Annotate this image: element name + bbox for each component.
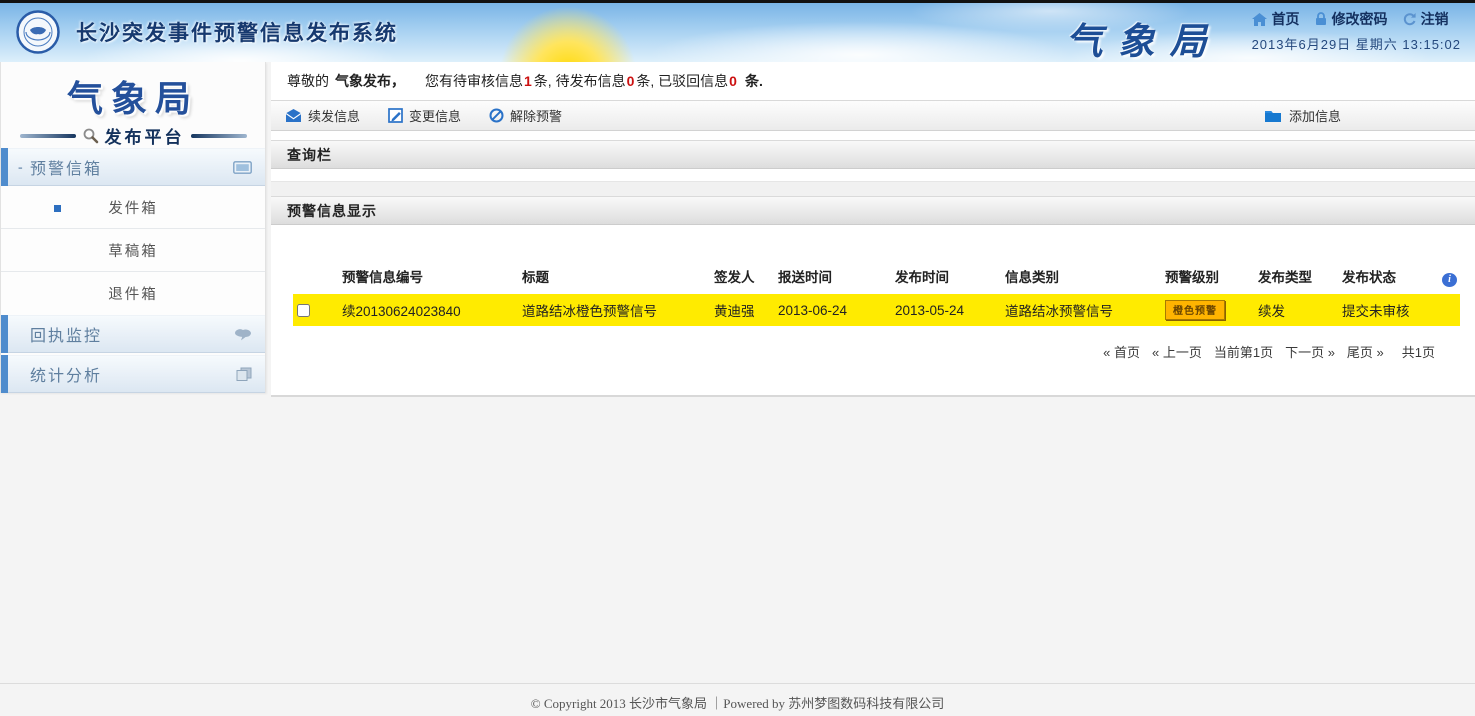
accent-bar (1, 148, 8, 186)
home-icon (1252, 13, 1267, 26)
cell-issuer: 黄迪强 (710, 294, 774, 326)
sidebar-item-statistics[interactable]: 统计分析 (1, 355, 265, 393)
sidebar-item-outbox[interactable]: 发件箱 (1, 186, 265, 229)
accent-bar (1, 355, 8, 393)
pagination-current: 当前第1页 (1214, 342, 1273, 361)
greeting-bar: 尊敬的 气象发布， 您有待审核信息 1 条, 待发布信息 0 条, 已驳回信息 … (271, 62, 1475, 100)
pagination: « 首页 « 上一页 当前第1页 下一页 » 尾页 » 共1页 (285, 342, 1435, 361)
display-panel-header: 预警信息显示 (271, 196, 1475, 225)
sidebar-logo: 气象局 发布平台 (1, 62, 265, 148)
accent-bar (1, 315, 8, 353)
cell-status: 提交未审核 (1338, 294, 1460, 326)
table-row[interactable]: 续20130624023840 道路结冰橙色预警信号 黄迪强 2013-06-2… (293, 294, 1460, 326)
pagination-last[interactable]: 尾页 » (1347, 342, 1384, 361)
sidebar-logo-title: 气象局 (1, 70, 265, 122)
lock-icon (1315, 12, 1327, 26)
sidebar-item-drafts[interactable]: 草稿箱 (1, 229, 265, 272)
change-info-button[interactable]: 变更信息 (388, 106, 461, 125)
cell-publish-type: 续发 (1254, 294, 1338, 326)
column-header: 发布类型 (1254, 261, 1338, 294)
toolbar: 续发信息 变更信息 解除预警 (271, 100, 1475, 131)
sidebar-logo-subtitle-row: 发布平台 (1, 123, 265, 148)
statistics-icon (236, 367, 252, 382)
resend-info-button[interactable]: 续发信息 (285, 106, 360, 125)
pending-publish-count: 0 (627, 73, 635, 89)
header-right: 气象局 首页 修改密码 (1066, 9, 1461, 65)
pagination-total: 共1页 (1402, 342, 1435, 361)
select-column-header (293, 261, 338, 294)
panel-gap (271, 181, 1475, 196)
column-header: 报送时间 (774, 261, 891, 294)
pending-review-count: 1 (524, 73, 532, 89)
edit-icon (388, 108, 403, 123)
sidebar-logo-subtitle: 发布平台 (105, 123, 185, 148)
query-panel-title: 查询栏 (287, 145, 332, 165)
header-left: 长沙突发事件预警信息发布系统 (16, 10, 398, 54)
current-user: 气象发布， (335, 71, 405, 91)
pagination-prev[interactable]: « 上一页 (1152, 342, 1202, 361)
copyright-text: © Copyright 2013 长沙市气象局 ｜Powered by 苏州梦图… (531, 696, 945, 711)
spacer (271, 131, 1475, 140)
cancel-warning-button[interactable]: 解除预警 (489, 106, 562, 125)
cell-submit-time: 2013-06-24 (774, 294, 891, 326)
decor-line-left (20, 134, 76, 138)
receipt-monitor-icon (234, 328, 252, 341)
query-panel-body (271, 169, 1475, 181)
agency-emblem-icon (16, 10, 60, 54)
sidebar-item-warning-mailbox[interactable]: - 预警信箱 (1, 148, 265, 186)
sidebar: 气象局 发布平台 - 预警信箱 (0, 62, 266, 393)
column-header: 信息类别 (1001, 261, 1161, 294)
cell-publish-time: 2013-05-24 (891, 294, 1001, 326)
magnifier-icon (82, 127, 99, 144)
datetime-display: 2013年6月29日 星期六 13:15:02 (1252, 34, 1461, 53)
query-panel-header: 查询栏 (271, 140, 1475, 169)
info-icon[interactable] (1442, 273, 1457, 287)
cell-title: 道路结冰橙色预警信号 (518, 294, 710, 326)
cell-warning-id: 续20130624023840 (338, 294, 518, 326)
logout-link[interactable]: 注销 (1403, 9, 1449, 29)
header-nav: 首页 修改密码 注销 2013年6月29日 (1252, 9, 1461, 53)
column-header: 标题 (518, 261, 710, 294)
pagination-next[interactable]: 下一页 » (1285, 342, 1335, 361)
page-title: 长沙突发事件预警信息发布系统 (76, 17, 398, 47)
sidebar-item-receipt-monitor[interactable]: 回执监控 (1, 315, 265, 353)
mail-icon (285, 109, 302, 122)
column-header: 预警级别 (1161, 261, 1254, 294)
column-header: 签发人 (710, 261, 774, 294)
row-checkbox[interactable] (297, 304, 310, 317)
ban-icon (489, 108, 504, 123)
sidebar-item-returned[interactable]: 退件箱 (1, 272, 265, 315)
active-bullet (54, 205, 61, 212)
column-header: 发布时间 (891, 261, 1001, 294)
cell-category: 道路结冰预警信号 (1001, 294, 1161, 326)
sidebar-submenu: 发件箱 草稿箱 退件箱 (1, 186, 265, 315)
add-info-button[interactable]: 添加信息 (1264, 106, 1341, 125)
folder-icon (1264, 109, 1282, 122)
footer: © Copyright 2013 长沙市气象局 ｜Powered by 苏州梦图… (0, 683, 1475, 712)
page: 长沙突发事件预警信息发布系统 气象局 首页 修改密码 (0, 0, 1475, 716)
logout-icon (1403, 13, 1416, 26)
collapse-indicator: - (18, 159, 30, 175)
pagination-first[interactable]: « 首页 (1103, 342, 1140, 361)
main-content: 尊敬的 气象发布， 您有待审核信息 1 条, 待发布信息 0 条, 已驳回信息 … (271, 62, 1475, 397)
display-panel-title: 预警信息显示 (287, 201, 377, 221)
brand-logo-text: 气象局 (1066, 11, 1222, 65)
table-header-row: 预警信息编号 标题 签发人 报送时间 发布时间 信息类别 预警级别 发布类型 发… (293, 261, 1460, 294)
header-banner: 长沙突发事件预警信息发布系统 气象局 首页 修改密码 (0, 3, 1475, 62)
warning-level-badge: 橙色预警 (1165, 300, 1225, 320)
column-header: 预警信息编号 (338, 261, 518, 294)
content-row: 气象局 发布平台 - 预警信箱 (0, 62, 1475, 397)
warning-table: 预警信息编号 标题 签发人 报送时间 发布时间 信息类别 预警级别 发布类型 发… (293, 261, 1460, 326)
display-panel-body: 预警信息编号 标题 签发人 报送时间 发布时间 信息类别 预警级别 发布类型 发… (271, 261, 1475, 404)
decor-line-right (191, 134, 247, 138)
rejected-count: 0 (729, 73, 737, 89)
home-link[interactable]: 首页 (1252, 9, 1300, 29)
change-password-link[interactable]: 修改密码 (1315, 9, 1388, 29)
mailbox-panel-icon (233, 161, 252, 174)
